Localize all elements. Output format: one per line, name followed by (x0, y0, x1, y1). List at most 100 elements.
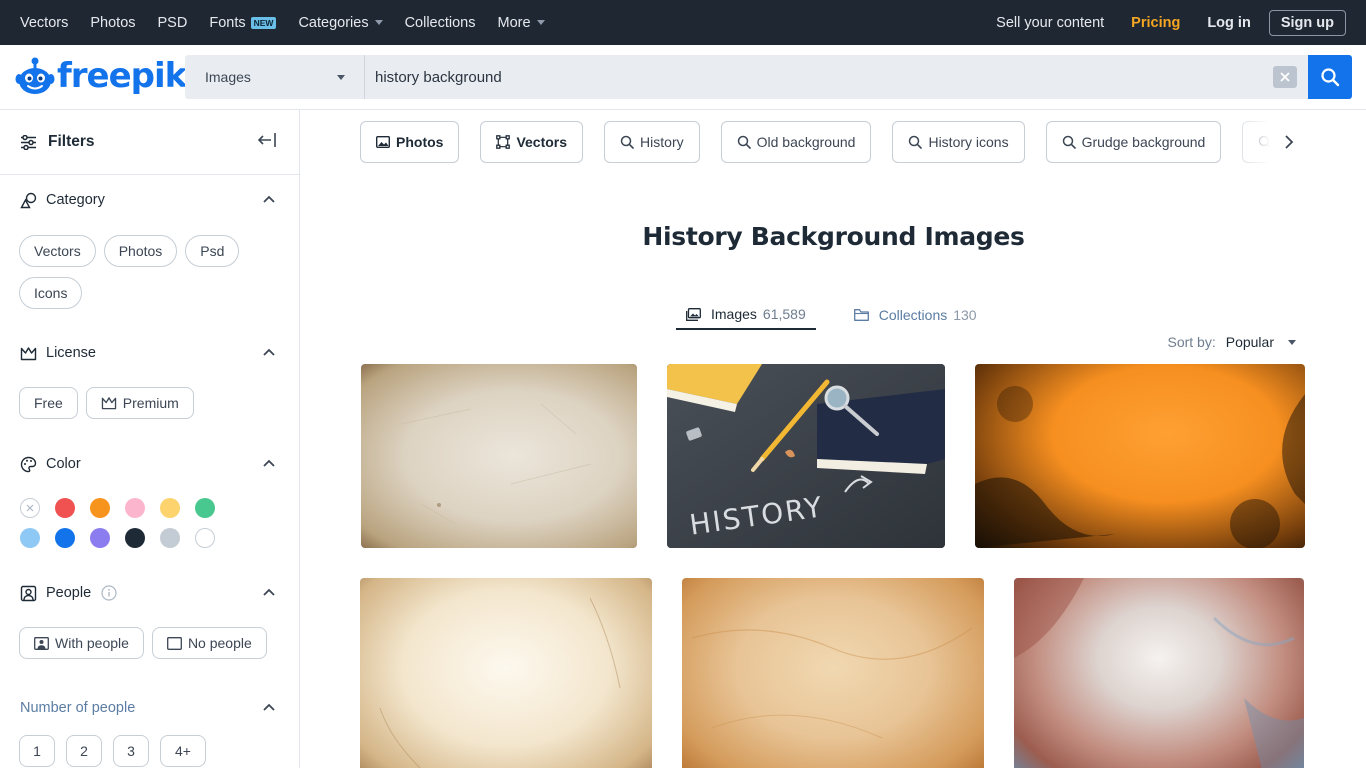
swatch-none[interactable] (20, 498, 40, 518)
login-link[interactable]: Log in (1207, 15, 1251, 31)
chip-vectors[interactable]: Vectors (19, 235, 96, 267)
chevron-right-icon[interactable] (1284, 134, 1294, 150)
search-icon (908, 135, 923, 149)
nav-fonts-label: Fonts (209, 14, 246, 31)
swatch-black[interactable] (125, 528, 145, 548)
chip-no-people[interactable]: No people (151, 627, 267, 659)
close-icon (26, 504, 34, 512)
chevron-up-icon (263, 459, 275, 467)
chip-with-people[interactable]: With people (19, 627, 144, 659)
swatch-white[interactable] (195, 528, 215, 548)
tag-old-background-label: Old background (756, 134, 856, 150)
results-main: Photos Vectors History Old background Hi… (301, 110, 1366, 768)
tag-vectors-label: Vectors (516, 134, 568, 150)
category-section: Category Vectors Photos Psd Icons (0, 190, 300, 319)
nav-categories-label: Categories (298, 14, 369, 31)
chip-4-plus-people[interactable]: 4+ (160, 735, 206, 767)
chevron-up-icon (263, 348, 275, 356)
nav-psd[interactable]: PSD (158, 15, 188, 31)
nav-categories[interactable]: Categories (298, 14, 383, 31)
people-header[interactable]: People (0, 583, 300, 603)
vector-icon (496, 135, 511, 149)
chip-icons[interactable]: Icons (19, 277, 83, 309)
swatch-blue[interactable] (55, 528, 75, 548)
people-chips: With people No people (0, 627, 290, 669)
search-button[interactable] (1308, 55, 1352, 99)
result-thumbnail[interactable] (360, 578, 652, 768)
result-thumbnail[interactable] (975, 364, 1305, 548)
tab-images[interactable]: Images 61,589 (676, 300, 816, 330)
category-chips: Vectors Photos Psd Icons (0, 235, 270, 319)
result-thumbnail[interactable] (682, 578, 984, 768)
swatch-light-blue[interactable] (20, 528, 40, 548)
signup-button[interactable]: Sign up (1268, 9, 1346, 36)
clear-search-button[interactable] (1273, 66, 1297, 88)
filters-title: Filters (48, 133, 95, 150)
freepik-logo[interactable]: freepik (15, 55, 187, 97)
swatch-orange[interactable] (90, 498, 110, 518)
sort-select[interactable]: Sort by: Popular (1167, 334, 1296, 350)
color-header[interactable]: Color (0, 454, 300, 474)
tag-photos[interactable]: Photos (360, 121, 460, 163)
swatch-green[interactable] (195, 498, 215, 518)
crown-icon (20, 346, 37, 360)
chip-3-people[interactable]: 3 (113, 735, 149, 767)
chip-2-people[interactable]: 2 (66, 735, 102, 767)
search-header: freepik Images (0, 45, 1366, 110)
color-section: Color (0, 454, 300, 558)
chip-premium[interactable]: Premium (85, 387, 194, 419)
search-input[interactable] (375, 68, 1255, 86)
chip-no-people-label: No people (187, 635, 252, 651)
chip-1-person[interactable]: 1 (19, 735, 55, 767)
chip-photos[interactable]: Photos (103, 235, 178, 267)
collapse-sidebar-icon[interactable] (257, 132, 277, 148)
chip-psd[interactable]: Psd (185, 235, 240, 267)
chip-free[interactable]: Free (19, 387, 78, 419)
tab-collections-count: 130 (953, 307, 977, 323)
nav-fonts[interactable]: Fonts NEW (209, 14, 277, 31)
nav-photos-label: Photos (90, 14, 136, 31)
chevron-up-icon (263, 588, 275, 596)
nav-vectors[interactable]: Vectors (20, 15, 68, 31)
tag-vectors[interactable]: Vectors (480, 121, 584, 163)
nav-psd-label: PSD (157, 14, 188, 31)
result-thumbnail[interactable] (361, 364, 637, 548)
tab-images-count: 61,589 (762, 306, 806, 322)
parchment-image (691, 627, 973, 739)
tag-old-background[interactable]: Old background (720, 121, 872, 163)
tag-history[interactable]: History (604, 121, 700, 163)
shapes-icon (20, 192, 37, 208)
swatch-red[interactable] (55, 498, 75, 518)
number-of-people-header[interactable]: Number of people (0, 698, 300, 718)
search-icon (737, 135, 751, 149)
nav-collections[interactable]: Collections (405, 15, 476, 31)
empty-frame-icon (166, 636, 182, 650)
logo-wordmark: freepik (57, 56, 187, 96)
nav-more[interactable]: More (498, 15, 545, 31)
search-type-select[interactable]: Images (185, 55, 365, 99)
sell-content-link[interactable]: Sell your content (996, 15, 1104, 31)
caret-down-icon (374, 20, 383, 25)
pricing-link[interactable]: Pricing (1131, 15, 1180, 31)
chip-premium-label: Premium (122, 395, 179, 411)
tag-history-icons[interactable]: History icons (892, 121, 1025, 163)
swatch-yellow[interactable] (160, 498, 180, 518)
caret-down-icon (536, 20, 545, 25)
tab-images-label: Images (711, 306, 757, 322)
result-tabs: Images 61,589 Collections 130 (676, 300, 1015, 332)
swatch-gray[interactable] (160, 528, 180, 548)
result-thumbnail[interactable] (1014, 578, 1304, 768)
grunge-orange-image (975, 386, 1305, 548)
swatch-pink[interactable] (125, 498, 145, 518)
sliders-icon (21, 134, 36, 150)
info-icon[interactable] (101, 585, 117, 601)
nav-photos[interactable]: Photos (90, 15, 135, 31)
filters-sidebar: Filters Category Vectors Photos Psd Icon… (0, 110, 300, 768)
swatch-purple[interactable] (90, 528, 110, 548)
license-header[interactable]: License (0, 343, 300, 363)
result-thumbnail[interactable]: HISTORY (667, 364, 945, 548)
tag-grudge-background[interactable]: Grudge background (1045, 121, 1222, 163)
category-header[interactable]: Category (0, 190, 300, 210)
tab-collections[interactable]: Collections 130 (844, 300, 987, 330)
tab-collections-label: Collections (878, 307, 948, 323)
